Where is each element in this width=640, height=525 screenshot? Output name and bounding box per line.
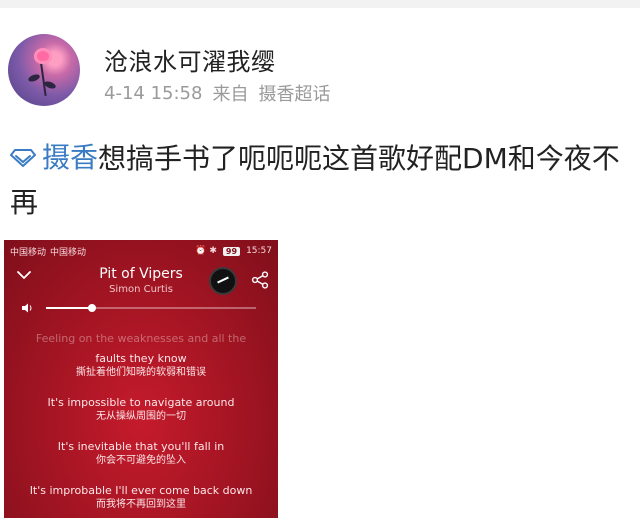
via-label: 来自 (212, 84, 249, 105)
post-source[interactable]: 摄香超话 (258, 80, 330, 106)
lyric-line-cn: 而我将不再回到这里 (96, 499, 186, 510)
lyric-line-en: It's inevitable that you'll fall in (57, 440, 225, 453)
carrier-1: 中国移动 (10, 247, 47, 258)
avatar-rose (34, 48, 52, 64)
lyric-block: It's improbable I'll ever come back down… (4, 484, 278, 512)
username[interactable]: 沧浪水可濯我缨 (104, 42, 276, 77)
top-divider (0, 0, 640, 8)
lyric-line-cn: 撕扯着他们知晓的软弱和错误 (76, 367, 206, 378)
volume-fill (46, 307, 93, 309)
post-time: 4-14 15:58 (104, 82, 203, 104)
diamond-icon (10, 149, 36, 167)
post-content: 摄香 想搞手书了呃呃呃这首歌好配DM和今夜不再 (10, 136, 630, 225)
lyric-block: It's inevitable that you'll fall in 你会不可避… (4, 440, 278, 468)
lyric-block: It's impossible to navigate around 无从操纵周围… (4, 396, 278, 424)
song-artist[interactable]: Simon Curtis (4, 284, 278, 295)
avatar[interactable] (8, 34, 80, 106)
post-image[interactable]: 中国移动 中国移动 ⏰ ✱ 99 15:57 Pit of Vipers Sim… (4, 240, 278, 518)
post-text: 想搞手书了呃呃呃这首歌好配DM和今夜不再 (10, 142, 620, 219)
share-icon[interactable] (251, 271, 269, 289)
lyric-line-en: faults they know (95, 352, 187, 365)
avatar-leaf (27, 73, 41, 83)
lyric-line-en: It's impossible to navigate around (47, 396, 235, 409)
lyric-line-en: Feeling on the weaknesses and all the (35, 332, 247, 345)
topic-tag-label: 摄香 (42, 141, 99, 174)
volume-knob[interactable] (88, 304, 97, 312)
topic-tag[interactable]: 摄香 (10, 136, 98, 180)
status-bar: 中国移动 中国移动 ⏰ ✱ 99 15:57 (4, 240, 278, 262)
volume-icon (22, 303, 32, 313)
disc-icon[interactable] (209, 267, 237, 295)
battery-badge: 99 (222, 246, 241, 256)
lyrics-panel: Feeling on the weaknesses and all the fau… (4, 316, 278, 518)
lyric-line-cn: 无从操纵周围的一切 (96, 411, 186, 422)
lyric-line-en: It's improbable I'll ever come back down (29, 484, 253, 497)
post-meta: 4-14 15:58 来自 摄香超话 (104, 80, 330, 106)
status-icons: ⏰ ✱ (195, 246, 217, 256)
lyric-block: Feeling on the weaknesses and all the (4, 332, 278, 346)
volume-slider[interactable] (46, 304, 256, 312)
status-time: 15:57 (246, 246, 272, 256)
carrier-2: 中国移动 (50, 247, 87, 258)
lyric-line-cn: 你会不可避免的坠入 (96, 455, 186, 466)
lyric-block: faults they know 撕扯着他们知晓的软弱和错误 (4, 352, 278, 380)
